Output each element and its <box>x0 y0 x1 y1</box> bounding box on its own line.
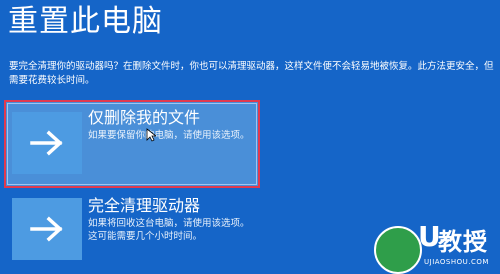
watermark-logo <box>374 226 422 274</box>
option-title: 仅删除我的文件 <box>88 108 201 127</box>
watermark: U 教授 UJIAOSHOU.COM <box>374 216 494 274</box>
watermark-text: 教授 <box>438 228 488 256</box>
option-tile <box>12 112 82 174</box>
page-title: 重置此电脑 <box>8 4 163 39</box>
option-tile <box>12 198 82 260</box>
mouse-cursor-icon <box>146 128 156 142</box>
option-subtitle: 如果将回收这台电脑，请使用该选项。这可能需要几个小时时间。 <box>88 218 250 242</box>
option-clean-drive[interactable]: 完全清理驱动器 如果将回收这台电脑，请使用该选项。这可能需要几个小时时间。 <box>4 194 260 268</box>
page-description: 要完全清理你的驱动器吗？在删除文件时，你也可以清理驱动器，这样文件便不会轻易地被… <box>9 61 494 86</box>
arrow-right-icon <box>30 130 63 156</box>
arrow-right-icon <box>30 216 63 242</box>
watermark-url: UJIAOSHOU.COM <box>424 258 489 266</box>
option-remove-files[interactable]: 仅删除我的文件 如果要保留你的电脑，请使用该选项。 <box>4 100 260 188</box>
option-title: 完全清理驱动器 <box>88 196 201 215</box>
option-subtitle: 如果要保留你的电脑，请使用该选项。 <box>88 130 250 141</box>
